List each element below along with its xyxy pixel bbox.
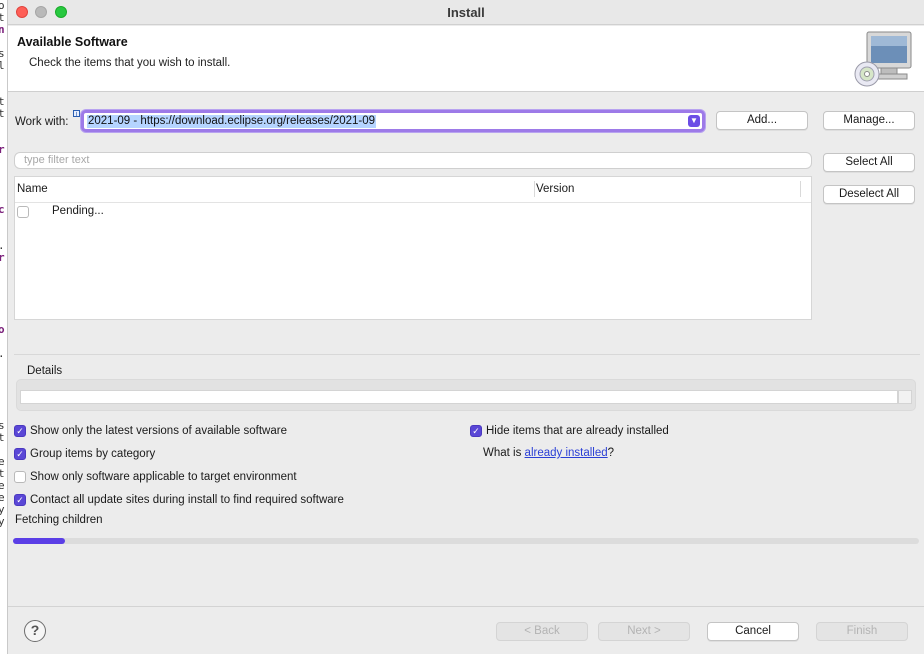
header-banner: Available Software Check the items that … (8, 26, 924, 92)
details-scrollbar[interactable] (898, 390, 912, 404)
option-contact-sites[interactable]: ✓ Contact all update sites during instal… (14, 494, 344, 506)
option-group-category[interactable]: ✓ Group items by category (14, 448, 155, 460)
checkbox-contact-sites[interactable]: ✓ (14, 494, 26, 506)
column-header-name[interactable]: Name (17, 183, 48, 195)
manage-sites-button[interactable]: Manage... (823, 111, 915, 130)
window-title: Install (447, 5, 485, 20)
option-latest-versions[interactable]: ✓ Show only the latest versions of avail… (14, 425, 287, 437)
column-separator[interactable] (800, 181, 801, 197)
checkbox-target-env[interactable] (14, 471, 26, 483)
option-target-env-label: Show only software applicable to target … (30, 471, 297, 483)
computer-cd-icon (854, 31, 912, 87)
checkbox-latest-versions[interactable]: ✓ (14, 425, 26, 437)
work-with-value: 2021-09 - https://download.eclipse.org/r… (87, 115, 377, 128)
footer-divider (8, 606, 924, 607)
details-panel (16, 379, 916, 411)
progress-bar (13, 538, 919, 544)
chevron-down-icon[interactable]: ▼ (688, 115, 700, 127)
table-row[interactable]: Pending... (15, 203, 811, 221)
option-hide-installed[interactable]: ✓ Hide items that are already installed (470, 425, 669, 437)
details-label: Details (27, 365, 63, 377)
what-is-installed: What is already installed? (483, 447, 614, 459)
option-hide-installed-label: Hide items that are already installed (486, 425, 669, 437)
row-checkbox[interactable] (17, 206, 29, 218)
back-button[interactable]: < Back (496, 622, 588, 641)
details-text[interactable] (20, 390, 898, 404)
progress-bar-fill (13, 538, 65, 544)
status-text: Fetching children (15, 514, 103, 526)
deselect-all-button[interactable]: Deselect All (823, 185, 915, 204)
what-is-suffix: ? (607, 447, 615, 459)
next-button[interactable]: Next > (598, 622, 690, 641)
title-bar: Install (8, 0, 924, 25)
filter-input[interactable]: type filter text (14, 152, 812, 169)
row-name: Pending... (52, 205, 104, 217)
help-icon[interactable]: ? (24, 620, 46, 642)
what-is-prefix: What is (483, 447, 525, 459)
option-contact-sites-label: Contact all update sites during install … (30, 494, 344, 506)
option-latest-versions-label: Show only the latest versions of availab… (30, 425, 287, 437)
page-title: Available Software (17, 35, 128, 49)
work-with-combo[interactable]: 2021-09 - https://download.eclipse.org/r… (81, 110, 705, 132)
page-description: Check the items that you wish to install… (29, 57, 231, 69)
column-header-version[interactable]: Version (536, 183, 574, 195)
option-target-env[interactable]: Show only software applicable to target … (14, 471, 297, 483)
checkbox-hide-installed[interactable]: ✓ (470, 425, 482, 437)
table-header: Name Version (15, 177, 811, 203)
info-icon: i (73, 110, 80, 118)
section-divider (14, 354, 920, 355)
column-separator[interactable] (534, 181, 535, 197)
already-installed-link[interactable]: already installed (525, 447, 608, 459)
checkbox-group-category[interactable]: ✓ (14, 448, 26, 460)
finish-button[interactable]: Finish (816, 622, 908, 641)
add-site-button[interactable]: Add... (716, 111, 808, 130)
cancel-button[interactable]: Cancel (707, 622, 799, 641)
install-dialog: Install Available Software Check the ite… (7, 0, 924, 654)
software-table: Name Version Pending... (14, 176, 812, 320)
work-with-label: Work with: (15, 116, 69, 128)
option-group-category-label: Group items by category (30, 448, 156, 460)
select-all-button[interactable]: Select All (823, 153, 915, 172)
filter-placeholder: type filter text (24, 154, 90, 166)
